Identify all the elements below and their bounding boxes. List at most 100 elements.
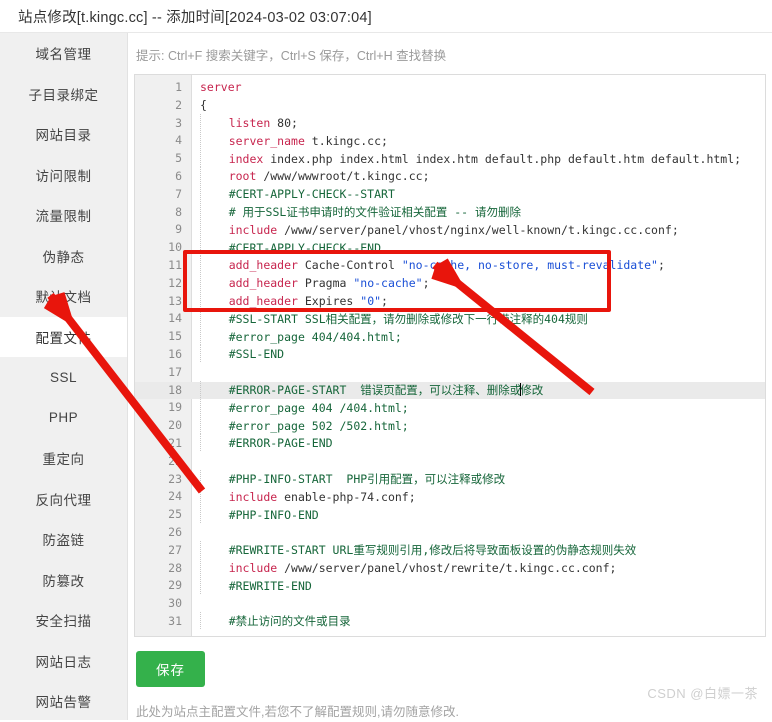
- main-panel: 提示: Ctrl+F 搜索关键字，Ctrl+S 保存，Ctrl+H 查找替换 1…: [128, 33, 772, 720]
- code-line[interactable]: 29 #REWRITE-END: [135, 576, 765, 596]
- sidebar-item-3[interactable]: 访问限制: [0, 155, 127, 196]
- token-cmt: #CERT-APPLY-CHECK--END: [228, 240, 382, 255]
- token-kw: include: [228, 222, 278, 237]
- indent-guide: [200, 292, 201, 310]
- config-file-editor[interactable]: 1 server 2{3 listen 80; 4 server_name t.kin…: [134, 74, 766, 637]
- line-number: 8: [175, 204, 182, 219]
- code-line[interactable]: 6 root /www/wwwroot/t.kingc.cc;: [135, 167, 765, 186]
- token-plain: /www/server/panel/vhost/rewrite/t.kingc.…: [277, 561, 617, 576]
- code-line[interactable]: 14 #SSL-START SSL相关配置，请勿删除或修改下一行带注释的404规…: [135, 309, 765, 329]
- code-line[interactable]: 10 #CERT-APPLY-CHECK--END: [135, 238, 765, 258]
- sidebar-item-6[interactable]: 默认文档: [0, 276, 127, 317]
- token-cmt: #禁止访问的文件或目录: [228, 614, 351, 629]
- code-line[interactable]: 20 #error_page 502 /502.html;: [135, 416, 765, 435]
- content-area: 域名管理子目录绑定 网站目录 访问限制 流量限制伪静态默认文档配置文件 SSL PHP 重定…: [0, 33, 772, 720]
- code-line[interactable]: 26: [135, 524, 765, 542]
- sidebar-item-4[interactable]: 流量限制: [0, 195, 127, 236]
- line-content: {: [191, 97, 207, 115]
- line-number: 29: [168, 578, 182, 593]
- code-line[interactable]: 30: [135, 595, 765, 613]
- sidebar-item-7[interactable]: 配置文件: [0, 316, 127, 357]
- line-content: index index.php index.html index.htm def…: [191, 149, 741, 169]
- sidebar-item-label: 防篡改: [42, 573, 85, 589]
- sidebar-item-16[interactable]: 网站告警: [0, 681, 127, 722]
- code-line[interactable]: 2{: [135, 97, 765, 115]
- indent-guide: [200, 327, 201, 345]
- token-cmt: 修改: [520, 383, 544, 398]
- code-line[interactable]: 27 #REWRITE-START URL重写规则引用,修改后将导致面板设置的伪…: [135, 541, 765, 560]
- sidebar-item-label: 默认文档: [35, 290, 92, 306]
- token-cmt: #SSL-END: [228, 347, 285, 362]
- line-number: 3: [175, 115, 182, 130]
- code-line[interactable]: 1 server: [135, 79, 765, 97]
- line-content: add_header Expires "0";: [191, 292, 388, 311]
- token-cmt: #PHP-INFO-START PHP引用配置，可以注释或修改: [228, 472, 506, 487]
- sidebar-item-label: 伪静态: [42, 249, 85, 265]
- line-content: #REWRITE-END: [191, 576, 312, 596]
- sidebar-item-label: 域名管理: [35, 47, 92, 63]
- code-line[interactable]: 4 server_name t.kingc.cc;: [135, 131, 765, 150]
- line-number: 13: [168, 293, 182, 308]
- token-kw: include: [228, 561, 278, 576]
- editor-footer: 保存 此处为站点主配置文件,若您不了解配置规则,请勿随意修改.: [128, 637, 772, 720]
- code-line[interactable]: 5 index index.php index.html index.htm d…: [135, 149, 765, 169]
- code-line[interactable]: 23 #PHP-INFO-START PHP引用配置，可以注释或修改: [135, 470, 765, 489]
- token-kw: add_header: [228, 258, 298, 273]
- sidebar-item-14[interactable]: 安全扫描: [0, 600, 127, 641]
- indent-guide: [200, 381, 201, 399]
- line-number: 1: [175, 80, 182, 94]
- line-number: 28: [168, 560, 182, 575]
- code-line[interactable]: 9 include /www/server/panel/vhost/nginx/…: [135, 220, 765, 240]
- indent-guide: [200, 576, 201, 594]
- sidebar-item-13[interactable]: 防篡改: [0, 560, 127, 601]
- sidebar-item-1[interactable]: 子目录绑定: [0, 74, 127, 115]
- code-line[interactable]: 7 #CERT-APPLY-CHECK--START: [135, 185, 765, 204]
- line-content: #PHP-INFO-START PHP引用配置，可以注释或修改: [191, 470, 505, 489]
- code-line[interactable]: 12 add_header Pragma "no-cache";: [135, 274, 765, 293]
- sidebar-item-10[interactable]: 重定向: [0, 438, 127, 479]
- sidebar-item-12[interactable]: 防盗链: [0, 519, 127, 560]
- line-number: 9: [175, 222, 182, 237]
- token-cmt: #CERT-APPLY-CHECK--START: [228, 187, 395, 202]
- code-line[interactable]: 11 add_header Cache-Control "no-cache, n…: [135, 256, 765, 275]
- sidebar-item-11[interactable]: 反向代理: [0, 479, 127, 520]
- code-line[interactable]: 22: [135, 453, 765, 471]
- sidebar-item-0[interactable]: 域名管理: [0, 33, 127, 74]
- line-content: #CERT-APPLY-CHECK--END: [191, 238, 382, 258]
- code-line[interactable]: 19 #error_page 404 /404.html;: [135, 398, 765, 417]
- line-content: add_header Pragma "no-cache";: [191, 274, 430, 293]
- line-number: 6: [175, 168, 182, 183]
- sidebar-item-5[interactable]: 伪静态: [0, 236, 127, 277]
- line-number: 27: [168, 542, 182, 557]
- code-line[interactable]: 21 #ERROR-PAGE-END: [135, 434, 765, 453]
- sidebar-item-15[interactable]: 网站日志: [0, 641, 127, 682]
- code-line[interactable]: 13 add_header Expires "0";: [135, 292, 765, 311]
- line-content: include enable-php-74.conf;: [191, 487, 416, 507]
- code-line[interactable]: 3 listen 80;: [135, 114, 765, 133]
- token-plain: Cache-Control: [297, 258, 402, 273]
- code-line[interactable]: 28 include /www/server/panel/vhost/rewri…: [135, 559, 765, 578]
- token-cmt: #error_page 404 /404.html;: [228, 400, 409, 415]
- line-number: 22: [168, 453, 182, 468]
- indent-guide: [200, 470, 201, 488]
- token-cmt: # 用于SSL证书申请时的文件验证相关配置 -- 请勿删除: [228, 205, 522, 220]
- code-line[interactable]: 18 #ERROR-PAGE-START 错误页配置，可以注释、删除或修改: [135, 381, 765, 400]
- token-str: "no-cache": [353, 276, 423, 291]
- code-line[interactable]: 17: [135, 364, 765, 382]
- sidebar-item-9[interactable]: PHP: [0, 398, 127, 439]
- sidebar-item-8[interactable]: SSL: [0, 357, 127, 398]
- code-line[interactable]: 15 #error_page 404/404.html;: [135, 327, 765, 346]
- sidebar-item-label: SSL: [49, 369, 78, 385]
- sidebar-item-2[interactable]: 网站目录: [0, 114, 127, 155]
- line-number: 30: [168, 596, 182, 611]
- line-number: 31: [168, 613, 182, 628]
- line-number: 19: [168, 400, 182, 415]
- line-content: #SSL-START SSL相关配置，请勿删除或修改下一行带注释的404规则: [191, 309, 588, 329]
- save-button[interactable]: 保存: [136, 651, 205, 687]
- line-content: include /www/server/panel/vhost/nginx/we…: [191, 220, 679, 240]
- code-line[interactable]: 24 include enable-php-74.conf;: [135, 487, 765, 507]
- code-line[interactable]: 25 #PHP-INFO-END: [135, 505, 765, 524]
- code-line[interactable]: 16 #SSL-END: [135, 345, 765, 364]
- code-line[interactable]: 8 # 用于SSL证书申请时的文件验证相关配置 -- 请勿删除: [135, 203, 765, 222]
- code-line[interactable]: 31 #禁止访问的文件或目录: [135, 612, 765, 631]
